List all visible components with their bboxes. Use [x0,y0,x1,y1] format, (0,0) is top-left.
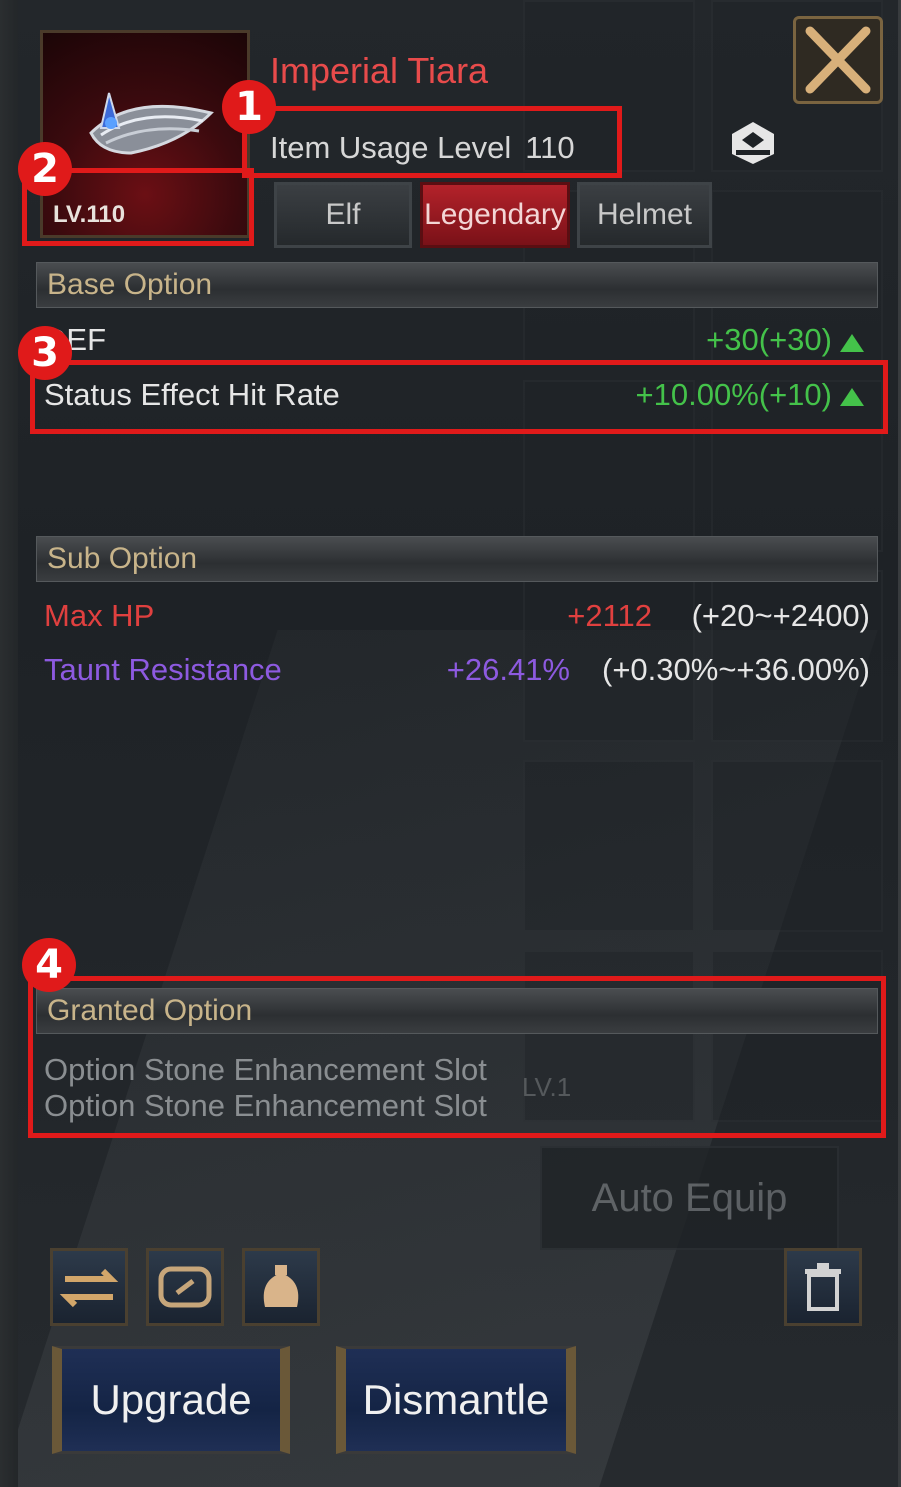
annotation-badge-2: 2 [18,142,72,196]
swap-icon [59,1268,119,1308]
close-button[interactable] [793,16,883,104]
bag-button[interactable] [242,1248,320,1326]
sub-option-header: Sub Option [36,536,878,582]
annotation-badge-1: 1 [222,80,276,134]
link-button[interactable] [146,1248,224,1326]
annotation-badge-4: 4 [22,938,76,992]
annotation-badge-3: 3 [18,326,72,380]
sub-stat-taunt-value: +26.41% [446,652,570,687]
annotation-box-4 [28,976,886,1138]
compare-button[interactable] [50,1248,128,1326]
upgrade-button[interactable]: Upgrade [52,1346,290,1454]
base-stat-def-value: +30(+30) [706,322,832,357]
tag-helmet: Helmet [577,182,712,248]
sub-stat-maxhp-range: (+20~+2400) [691,598,870,633]
sub-stat-maxhp-label: Max HP [44,598,155,633]
bag-icon [263,1265,299,1307]
annotation-box-3 [30,360,888,434]
link-icon [158,1266,212,1308]
trash-button[interactable] [784,1248,862,1326]
auto-equip-button[interactable]: Auto Equip [540,1146,839,1250]
tag-elf: Elf [274,182,412,248]
close-x-icon [805,26,871,94]
stat-up-arrow-icon [840,334,864,352]
trash-icon [805,1263,841,1311]
sub-stat-taunt-label: Taunt Resistance [44,652,282,687]
sub-stat-taunt-range: (+0.30%~+36.00%) [602,652,870,687]
annotation-box-1 [242,106,622,178]
item-name: Imperial Tiara [270,50,489,91]
sub-stat-maxhp-value: +2112 [567,598,652,633]
dismantle-button[interactable]: Dismantle [336,1346,576,1454]
option-stone-icon[interactable] [726,118,780,168]
tag-legendary: Legendary [420,182,570,248]
base-option-header: Base Option [36,262,878,308]
